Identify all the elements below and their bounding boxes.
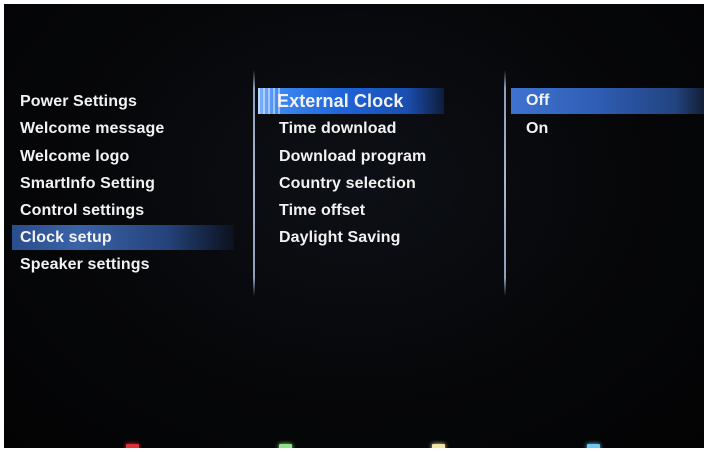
option-on[interactable]: On [511, 116, 704, 141]
left-menu: Power Settings Welcome message Welcome l… [12, 89, 234, 279]
menu-item-download-program[interactable]: Download program [258, 144, 498, 169]
menu-item-external-clock[interactable]: External Clock [258, 88, 444, 114]
menu-item-label: Time offset [279, 202, 366, 219]
menu-item-label: Country selection [279, 175, 416, 192]
menu-item-label: Download program [279, 148, 427, 165]
tv-screen: Power Settings Welcome message Welcome l… [4, 4, 704, 448]
menu-item-country-selection[interactable]: Country selection [258, 171, 498, 196]
menu-item-label: External Clock [277, 91, 404, 111]
menu-item-smartinfo-setting[interactable]: SmartInfo Setting [12, 171, 234, 196]
menu-item-control-settings[interactable]: Control settings [12, 198, 234, 223]
blue-key-indicator[interactable] [587, 444, 600, 448]
divider-left [253, 70, 255, 296]
option-off[interactable]: Off [511, 88, 704, 114]
menu-item-label: Control settings [20, 202, 145, 219]
middle-menu: External Clock Time download Download pr… [258, 88, 498, 258]
menu-item-label: Time download [279, 120, 397, 137]
green-key-indicator[interactable] [279, 444, 292, 448]
menu-item-speaker-settings[interactable]: Speaker settings [12, 252, 234, 277]
menu-item-label: Welcome message [20, 120, 165, 137]
option-label: Off [526, 92, 550, 109]
menu-item-label: SmartInfo Setting [20, 175, 156, 192]
menu-item-clock-setup[interactable]: Clock setup [12, 225, 234, 250]
menu-item-time-offset[interactable]: Time offset [258, 198, 498, 223]
right-menu: Off On [511, 88, 704, 148]
menu-item-time-download[interactable]: Time download [258, 116, 498, 141]
menu-item-label: Clock setup [20, 229, 112, 246]
menu-item-label: Daylight Saving [279, 229, 401, 246]
menu-item-welcome-message[interactable]: Welcome message [12, 116, 234, 141]
option-label: On [526, 120, 549, 137]
menu-item-label: Speaker settings [20, 256, 150, 273]
menu-item-label: Power Settings [20, 93, 137, 110]
menu-item-power-settings[interactable]: Power Settings [12, 89, 234, 114]
divider-right [504, 70, 506, 296]
menu-item-daylight-saving[interactable]: Daylight Saving [258, 225, 498, 250]
red-key-indicator[interactable] [126, 444, 139, 448]
menu-item-label: Welcome logo [20, 148, 130, 165]
menu-item-welcome-logo[interactable]: Welcome logo [12, 144, 234, 169]
yellow-key-indicator[interactable] [432, 444, 445, 448]
